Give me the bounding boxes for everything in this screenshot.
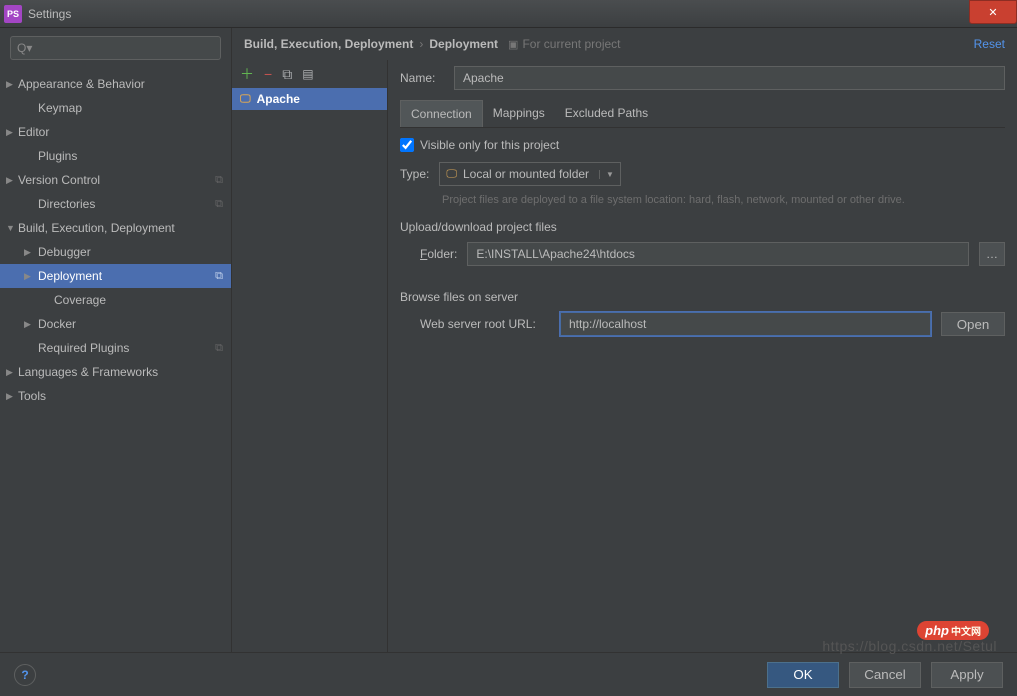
server-item-label: Apache: [257, 92, 300, 106]
toolbar-action-icon[interactable]: ▤: [302, 67, 313, 81]
expand-arrow-icon[interactable]: ▶: [24, 319, 34, 330]
chevron-down-icon: ▼: [599, 170, 614, 179]
tab-excluded-paths[interactable]: Excluded Paths: [555, 100, 658, 127]
name-label: Name:: [400, 71, 454, 85]
expand-arrow-icon[interactable]: ▶: [6, 127, 16, 138]
deployment-tabs: ConnectionMappingsExcluded Paths: [400, 100, 1005, 128]
tree-item-label: Build, Execution, Deployment: [18, 221, 175, 235]
tree-item-tools[interactable]: ▶Tools: [0, 384, 231, 408]
tree-item-plugins[interactable]: Plugins: [0, 144, 231, 168]
project-scope-icon: ⧉: [215, 270, 223, 283]
tree-item-label: Deployment: [38, 269, 102, 283]
tree-item-label: Coverage: [54, 293, 106, 307]
open-button[interactable]: Open: [941, 312, 1005, 336]
project-scope-icon: ⧉: [215, 198, 223, 211]
tree-item-appearance-behavior[interactable]: ▶Appearance & Behavior: [0, 72, 231, 96]
visible-only-checkbox[interactable]: [400, 138, 414, 152]
tree-item-languages-frameworks[interactable]: ▶Languages & Frameworks: [0, 360, 231, 384]
tree-item-directories[interactable]: Directories ⧉: [0, 192, 231, 216]
add-server-icon[interactable]: ＋: [240, 64, 254, 84]
dialog-button-bar: ? OK Cancel Apply: [0, 652, 1017, 696]
sidebar: ▶Appearance & BehaviorKeymap▶EditorPlugi…: [0, 28, 232, 652]
folder-icon: 🖵: [446, 168, 457, 181]
tree-item-label: Editor: [18, 125, 49, 139]
expand-arrow-icon[interactable]: ▶: [6, 391, 16, 402]
tree-item-label: Docker: [38, 317, 76, 331]
remove-server-icon[interactable]: −: [264, 66, 272, 82]
tree-item-label: Tools: [18, 389, 46, 403]
tree-item-required-plugins[interactable]: Required Plugins ⧉: [0, 336, 231, 360]
tree-item-version-control[interactable]: ▶Version Control ⧉: [0, 168, 231, 192]
url-label: Web server root URL:: [420, 317, 550, 331]
url-input[interactable]: [560, 312, 931, 336]
copy-server-icon[interactable]: ⧉: [282, 66, 292, 83]
expand-arrow-icon[interactable]: ▶: [6, 175, 16, 186]
expand-arrow-icon[interactable]: ▼: [6, 223, 16, 233]
tree-item-label: Plugins: [38, 149, 77, 163]
type-dropdown[interactable]: 🖵 Local or mounted folder ▼: [439, 162, 621, 186]
tab-mappings[interactable]: Mappings: [483, 100, 555, 127]
tree-item-label: Debugger: [38, 245, 91, 259]
tree-item-label: Directories: [38, 197, 95, 211]
type-value: Local or mounted folder: [463, 167, 589, 181]
app-icon: PS: [4, 5, 22, 23]
server-toolbar: ＋ − ⧉ ▤: [232, 60, 387, 88]
expand-arrow-icon[interactable]: ▶: [24, 271, 34, 282]
expand-arrow-icon[interactable]: ▶: [6, 367, 16, 378]
main-panel: Name: ConnectionMappingsExcluded Paths V…: [388, 60, 1017, 652]
upload-section-label: Upload/download project files: [400, 220, 1005, 234]
tree-item-label: Languages & Frameworks: [18, 365, 158, 379]
tree-item-docker[interactable]: ▶ Docker: [0, 312, 231, 336]
browse-section-label: Browse files on server: [400, 290, 1005, 304]
tree-item-label: Keymap: [38, 101, 82, 115]
project-scope-icon: ⧉: [215, 174, 223, 187]
tree-item-editor[interactable]: ▶Editor: [0, 120, 231, 144]
folder-input[interactable]: [467, 242, 969, 266]
expand-arrow-icon[interactable]: ▶: [24, 247, 34, 258]
settings-tree: ▶Appearance & BehaviorKeymap▶EditorPlugi…: [0, 68, 231, 412]
tree-item-label: Required Plugins: [38, 341, 129, 355]
tree-item-coverage[interactable]: Coverage: [0, 288, 231, 312]
reset-link[interactable]: Reset: [974, 37, 1005, 51]
tree-item-label: Appearance & Behavior: [18, 77, 145, 91]
breadcrumb: Build, Execution, Deployment›Deployment: [244, 37, 498, 51]
visible-only-label: Visible only for this project: [420, 138, 559, 152]
folder-label: Folder:: [420, 247, 457, 261]
close-button[interactable]: [969, 0, 1017, 24]
search-input[interactable]: [10, 36, 221, 60]
expand-arrow-icon[interactable]: ▶: [6, 79, 16, 90]
project-scope-icon: ⧉: [215, 342, 223, 355]
help-button[interactable]: ?: [14, 664, 36, 686]
tree-item-debugger[interactable]: ▶ Debugger: [0, 240, 231, 264]
name-input[interactable]: [454, 66, 1005, 90]
tab-connection[interactable]: Connection: [400, 100, 483, 127]
window-title: Settings: [28, 7, 71, 21]
browse-folder-button[interactable]: …: [979, 242, 1005, 266]
type-hint: Project files are deployed to a file sys…: [442, 194, 1005, 206]
tree-item-build-execution-deployment[interactable]: ▼Build, Execution, Deployment: [0, 216, 231, 240]
server-folder-icon: 🖵: [240, 93, 251, 106]
breadcrumb-row: Build, Execution, Deployment›Deployment …: [232, 28, 1017, 60]
tree-item-label: Version Control: [18, 173, 100, 187]
server-list-column: ＋ − ⧉ ▤ 🖵 Apache: [232, 60, 388, 652]
project-scope-badge: For current project: [508, 37, 620, 51]
tree-item-deployment[interactable]: ▶ Deployment ⧉: [0, 264, 231, 288]
type-label: Type:: [400, 167, 429, 181]
server-item-apache[interactable]: 🖵 Apache: [232, 88, 387, 110]
titlebar: PS Settings: [0, 0, 1017, 28]
tree-item-keymap[interactable]: Keymap: [0, 96, 231, 120]
